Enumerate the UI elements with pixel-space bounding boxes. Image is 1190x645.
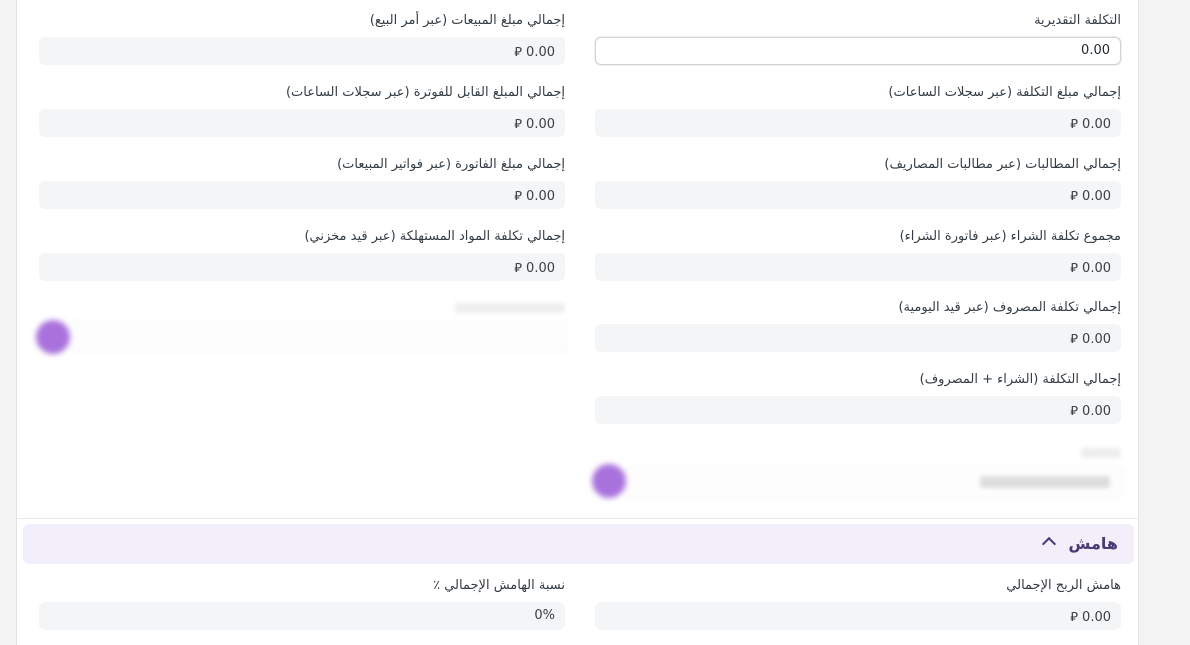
chevron-up-icon[interactable] — [1041, 536, 1057, 552]
total-billed-amount-label: إجمالي مبلغ الفاتورة (عبر فواتير المبيعا… — [337, 157, 565, 172]
total-expense-claim-box: 0.00 ⃁ — [595, 181, 1121, 209]
avatar — [36, 320, 70, 354]
gross-margin-label: هامش الربح الإجمالي — [1006, 578, 1121, 593]
total-billed-amount-value: 0.00 ⃁ — [514, 189, 555, 204]
total-billable-amount-box: 0.00 ⃁ — [39, 109, 565, 137]
gross-margin-percent-label: نسبة الهامش الإجمالي ٪ — [433, 578, 565, 593]
blurred-label — [1081, 448, 1121, 458]
total-journal-expense-box: 0.00 ⃁ — [595, 324, 1121, 352]
total-billable-amount-label: إجمالي المبلغ القابل للفوترة (عبر سجلات … — [285, 85, 565, 100]
margin-section-title: هامش — [1068, 534, 1118, 553]
total-cost-box: 0.00 ⃁ — [595, 396, 1121, 424]
total-cost-label: إجمالي التكلفة (الشراء + المصروف) — [919, 372, 1121, 387]
blurred-value — [980, 476, 1110, 488]
total-sales-amount-label: إجمالي مبلغ المبيعات (عبر أمر البيع) — [369, 13, 565, 28]
total-consumed-material-value: 0.00 ⃁ — [514, 261, 555, 276]
total-sales-amount-value: 0.00 ⃁ — [514, 45, 555, 60]
total-expense-claim-label: إجمالي المطالبات (عبر مطالبات المصاريف) — [884, 157, 1121, 172]
total-costing-amount-label: إجمالي مبلغ التكلفة (عبر سجلات الساعات) — [888, 85, 1121, 100]
total-cost-value: 0.00 ⃁ — [1070, 404, 1111, 419]
total-billed-amount-box: 0.00 ⃁ — [39, 181, 565, 209]
estimated-cost-input[interactable]: 0.00 — [595, 37, 1121, 65]
gross-margin-percent-box: 0% — [39, 602, 565, 630]
margin-section-header[interactable]: هامش — [23, 524, 1134, 564]
estimated-cost-label: التكلفة التقديرية — [1034, 13, 1121, 28]
avatar — [592, 464, 626, 498]
gross-margin-box: 0.00 ⃁ — [595, 602, 1121, 630]
total-purchase-cost-value: 0.00 ⃁ — [1070, 261, 1111, 276]
blurred-input[interactable] — [625, 466, 1123, 498]
total-costing-amount-value: 0.00 ⃁ — [1070, 117, 1111, 132]
total-consumed-material-box: 0.00 ⃁ — [39, 253, 565, 281]
total-billable-amount-value: 0.00 ⃁ — [514, 117, 555, 132]
total-purchase-cost-box: 0.00 ⃁ — [595, 253, 1121, 281]
total-journal-expense-value: 0.00 ⃁ — [1070, 332, 1111, 347]
total-journal-expense-label: إجمالي تكلفة المصروف (عبر قيد اليومية) — [898, 300, 1121, 315]
gross-margin-value: 0.00 ⃁ — [1070, 610, 1111, 625]
estimated-cost-value[interactable]: 0.00 — [1081, 43, 1110, 58]
total-costing-amount-box: 0.00 ⃁ — [595, 109, 1121, 137]
blurred-input[interactable] — [69, 321, 567, 353]
form-page: التكلفة التقديرية 0.00 إجمالي مبلغ التكل… — [16, 0, 1139, 645]
total-consumed-material-label: إجمالي تكلفة المواد المستهلكة (عبر قيد م… — [304, 229, 565, 244]
total-sales-amount-box: 0.00 ⃁ — [39, 37, 565, 65]
blurred-label — [455, 303, 565, 313]
total-expense-claim-value: 0.00 ⃁ — [1070, 189, 1111, 204]
total-purchase-cost-label: مجموع تكلفة الشراء (عبر فاتورة الشراء) — [899, 229, 1121, 244]
gross-margin-percent-value: 0% — [534, 608, 555, 623]
section-divider — [17, 518, 1138, 519]
